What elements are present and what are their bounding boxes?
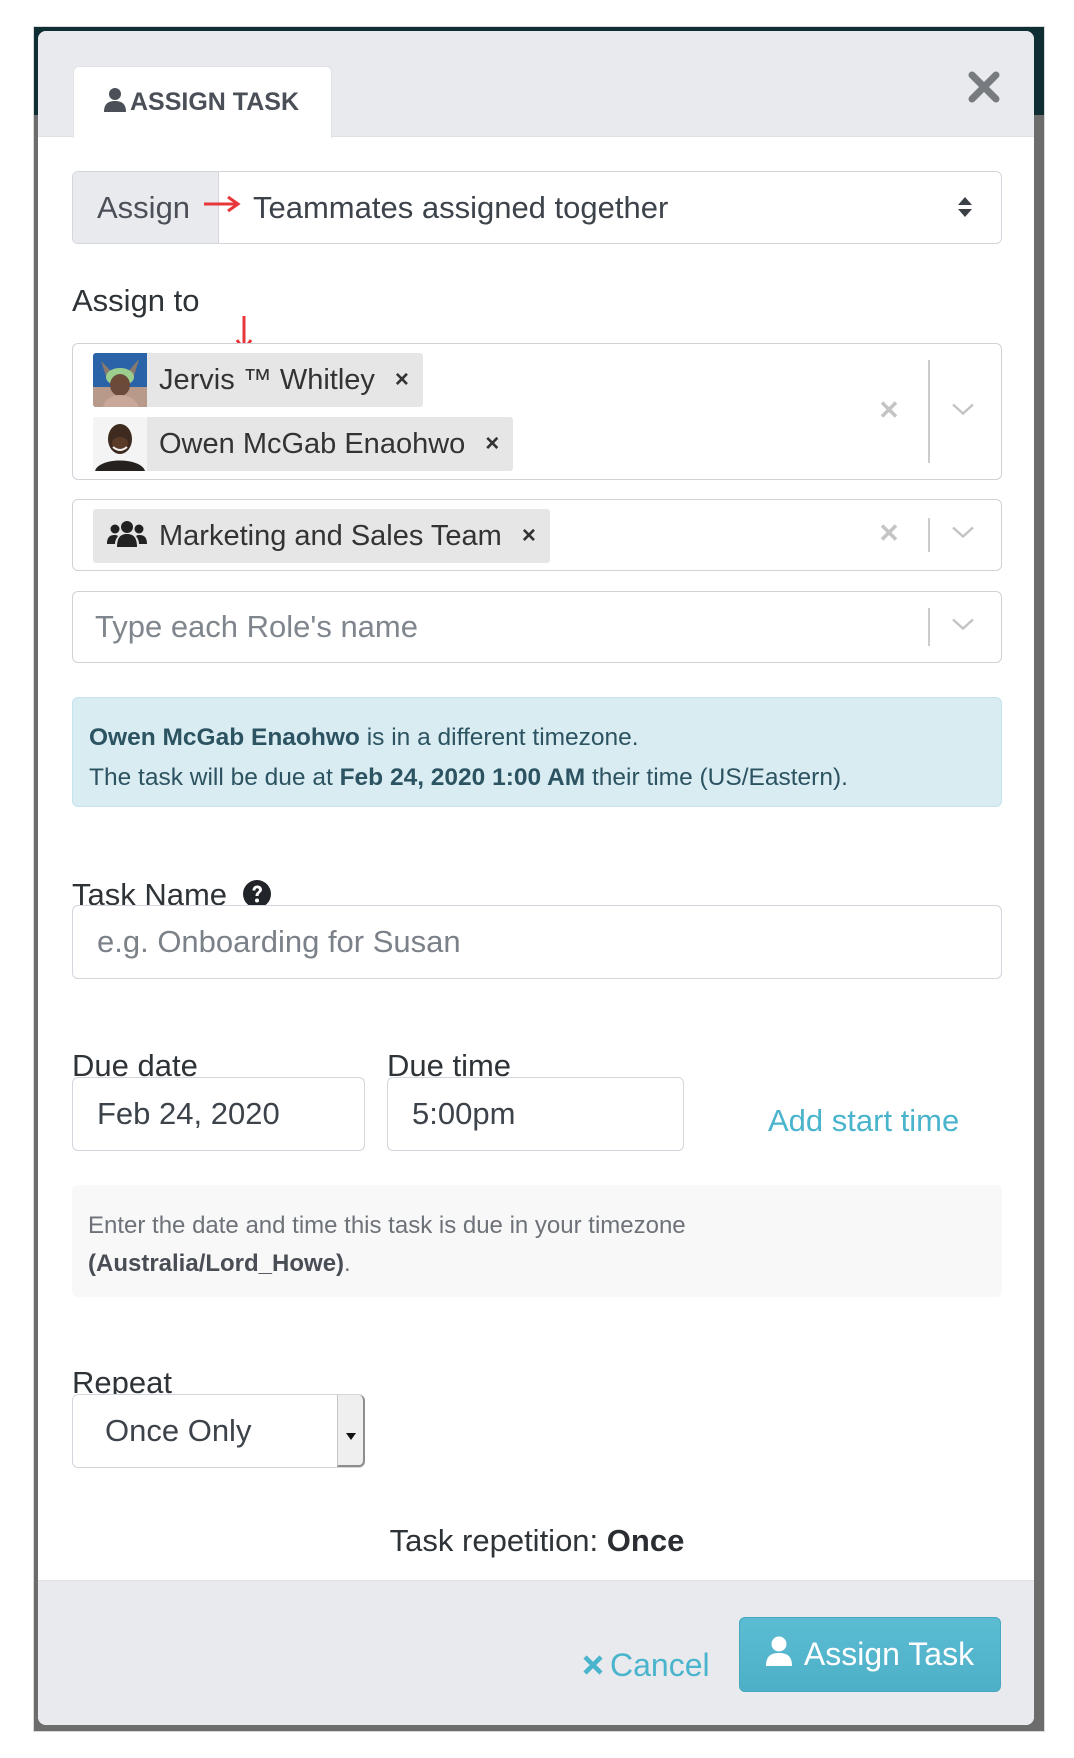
sort-icon bbox=[957, 190, 973, 226]
timezone-alert: Owen McGab Enaohwo is in a different tim… bbox=[72, 697, 1002, 807]
assign-mode-value[interactable]: Teammates assigned together bbox=[219, 172, 1001, 243]
assign-to-label: Assign to bbox=[72, 283, 200, 318]
chevron-down-icon[interactable] bbox=[951, 526, 975, 545]
assignee-chip: Jervis ™ Whitley × bbox=[93, 353, 423, 407]
people-select-controls bbox=[871, 344, 1001, 479]
user-icon bbox=[765, 1636, 792, 1674]
timezone-help-zone: (Australia/Lord_Howe) bbox=[88, 1250, 345, 1277]
tab-label: ASSIGN TASK bbox=[130, 88, 299, 116]
chevron-down-icon[interactable] bbox=[951, 402, 975, 421]
remove-assignee-button[interactable]: × bbox=[375, 366, 423, 394]
alert-person: Owen McGab Enaohwo bbox=[89, 724, 360, 751]
assignee-chip: Owen McGab Enaohwo × bbox=[93, 417, 514, 471]
repetition-summary: Task repetition: Once bbox=[72, 1523, 1002, 1559]
repeat-select[interactable]: Once Only bbox=[72, 1394, 365, 1468]
alert-line-2: The task will be due at Feb 24, 2020 1:0… bbox=[89, 758, 985, 798]
add-start-time-link[interactable]: Add start time bbox=[768, 1103, 959, 1139]
alert-due-local: Feb 24, 2020 1:00 AM bbox=[339, 764, 586, 791]
role-select-controls bbox=[871, 592, 1001, 662]
team-name: Marketing and Sales Team bbox=[159, 519, 502, 552]
timezone-help-line-2: (Australia/Lord_Howe). bbox=[88, 1245, 986, 1283]
alert-line-1-text: is in a different timezone. bbox=[359, 724, 639, 751]
timezone-help-text: Enter the date and time this task is due… bbox=[88, 1212, 686, 1239]
separator bbox=[928, 360, 930, 463]
role-placeholder: Type each Role's name bbox=[95, 609, 418, 644]
repeat-dropdown-button[interactable] bbox=[337, 1395, 365, 1467]
clear-icon[interactable] bbox=[879, 523, 899, 548]
tab-assign-task[interactable]: ASSIGN TASK bbox=[73, 66, 332, 138]
alert-line-2-suffix: their time (US/Eastern). bbox=[585, 764, 848, 791]
avatar bbox=[93, 353, 147, 407]
repeat-selected: Once Only bbox=[105, 1413, 252, 1448]
assign-task-button[interactable]: Assign Task bbox=[739, 1617, 1001, 1692]
alert-line-2-prefix: The task will be due at bbox=[89, 764, 340, 791]
remove-assignee-button[interactable]: × bbox=[465, 430, 513, 458]
cancel-button[interactable]: Cancel bbox=[582, 1647, 710, 1684]
assignee-name: Owen McGab Enaohwo bbox=[159, 427, 466, 460]
user-icon bbox=[104, 87, 126, 118]
chevron-down-icon[interactable] bbox=[951, 618, 975, 637]
timezone-help: Enter the date and time this task is due… bbox=[72, 1185, 1002, 1297]
avatar bbox=[93, 417, 147, 471]
due-date-input[interactable]: Feb 24, 2020 bbox=[72, 1077, 365, 1151]
clear-icon[interactable] bbox=[879, 399, 899, 424]
alert-line-1: Owen McGab Enaohwo is in a different tim… bbox=[89, 718, 985, 758]
close-icon bbox=[582, 1647, 604, 1684]
assign-mode-selected: Teammates assigned together bbox=[253, 189, 669, 225]
close-icon bbox=[967, 70, 1001, 109]
users-icon bbox=[107, 520, 147, 553]
repetition-summary-value: Once bbox=[606, 1523, 685, 1558]
caret-down-icon bbox=[345, 1412, 356, 1448]
assign-task-modal: ASSIGN TASK Assign Teammates assigned to… bbox=[38, 31, 1034, 1725]
modal-header: ASSIGN TASK bbox=[38, 31, 1034, 138]
close-button[interactable] bbox=[963, 68, 1005, 110]
assignee-name: Jervis ™ Whitley bbox=[159, 363, 375, 396]
separator bbox=[928, 608, 930, 646]
assign-addon: Assign bbox=[73, 172, 219, 243]
task-name-input[interactable]: e.g. Onboarding for Susan bbox=[72, 905, 1002, 979]
team-chip: Marketing and Sales Team × bbox=[93, 509, 550, 563]
remove-team-button[interactable]: × bbox=[502, 522, 550, 550]
assign-task-label: Assign Task bbox=[803, 1636, 975, 1672]
team-select-controls bbox=[871, 500, 1001, 570]
cancel-label: Cancel bbox=[610, 1647, 710, 1683]
separator bbox=[928, 518, 930, 552]
team-select[interactable]: Marketing and Sales Team × bbox=[72, 499, 1002, 571]
people-select[interactable]: Jervis ™ Whitley × Owen McGab Enaohwo × bbox=[72, 343, 1002, 480]
repetition-summary-prefix: Task repetition: bbox=[389, 1523, 607, 1558]
annotation-arrow-right-icon bbox=[202, 194, 242, 219]
modal-footer: Cancel Assign Task bbox=[38, 1580, 1034, 1725]
role-select[interactable]: Type each Role's name bbox=[72, 591, 1002, 663]
timezone-help-suffix: . bbox=[344, 1250, 351, 1277]
due-time-input[interactable]: 5:00pm bbox=[387, 1077, 684, 1151]
